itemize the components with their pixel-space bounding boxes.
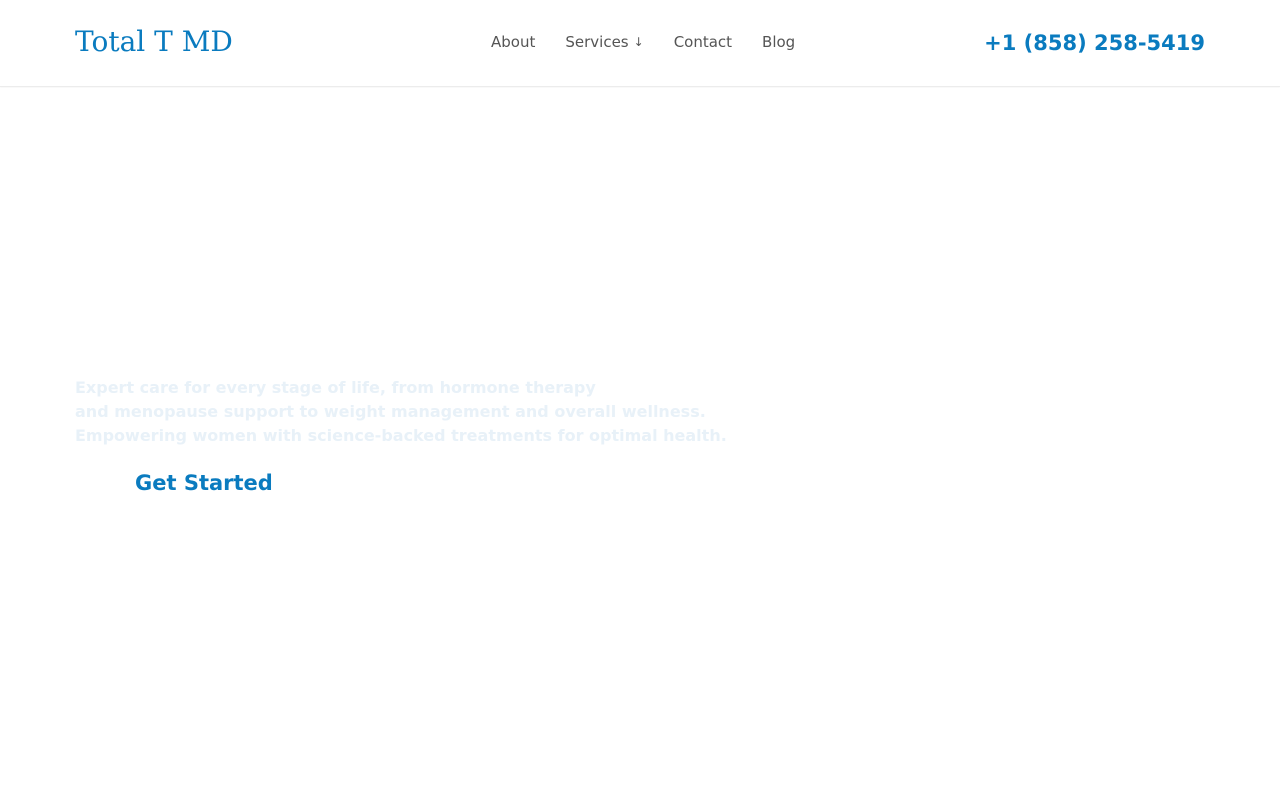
main-nav: About Services ↓ Contact Blog [491,30,795,54]
nav-item-about[interactable]: About [491,30,535,54]
phone-link[interactable]: +1 (858) 258-5419 [984,28,1205,58]
get-started-button[interactable]: Get Started [135,468,273,498]
hero-section: Expert care for every stage of life, fro… [0,88,1280,800]
hero-line: Empowering women with science-backed tre… [75,426,727,445]
arrow-down-icon: ↓ [633,35,644,49]
nav-item-contact[interactable]: Contact [674,30,732,54]
hero-line: Expert care for every stage of life, fro… [75,378,596,397]
nav-item-label: Services [565,33,629,51]
site-header: Total T MD About Services ↓ Contact Blog… [0,0,1280,87]
nav-item-label: About [491,33,536,51]
site-logo[interactable]: Total T MD [75,22,233,62]
nav-item-services[interactable]: Services ↓ [565,30,643,54]
hero-description: Expert care for every stage of life, fro… [75,376,775,448]
nav-item-label: Contact [673,33,733,51]
hero-line: and menopause support to weight manageme… [75,402,706,421]
nav-item-blog[interactable]: Blog [762,30,795,54]
nav-item-label: Blog [762,33,796,51]
